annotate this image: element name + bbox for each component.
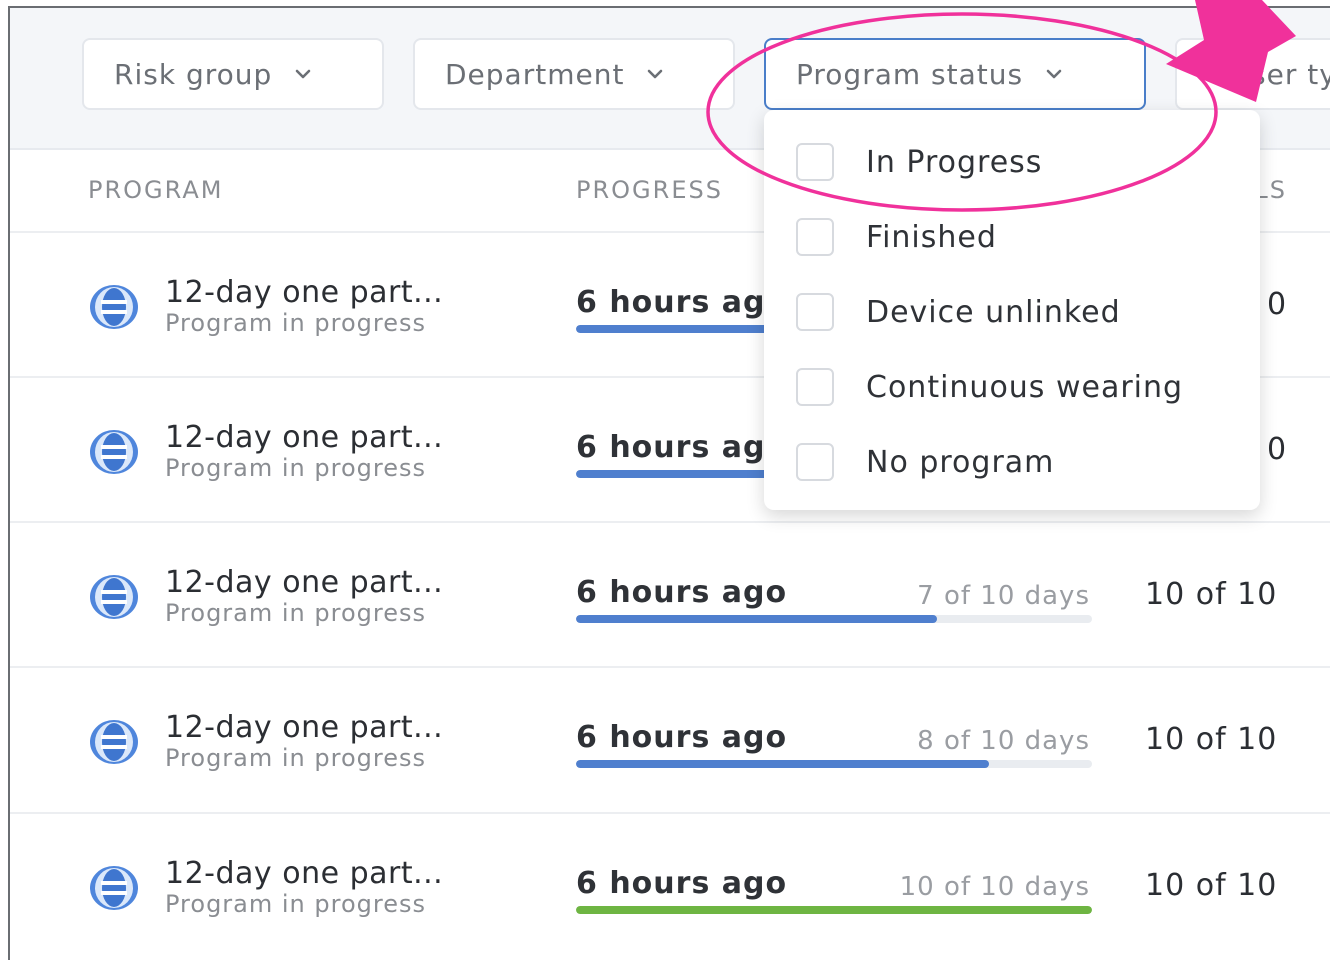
checkbox[interactable] (796, 218, 834, 256)
user-type-filter[interactable]: ser ty (1175, 38, 1330, 110)
progress-bar-fill (576, 615, 938, 623)
table-row[interactable]: 12-day one part... Program in progress 6 h… (10, 812, 1330, 956)
program-title[interactable]: 12-day one part... (165, 710, 443, 745)
checkbox[interactable] (796, 443, 834, 481)
program-status-dropdown: In Progress Finished Device unlinked Con… (764, 110, 1260, 510)
program-subtitle: Program in progress (165, 454, 427, 482)
last-activity: 6 hours ago (576, 866, 788, 901)
goals-value: 0 (1267, 287, 1288, 322)
days-progress-text: 8 of 10 days (917, 726, 1090, 756)
progress-bar (576, 615, 1092, 623)
program-title[interactable]: 12-day one part... (165, 856, 443, 891)
user-type-filter-label: ser ty (1251, 57, 1330, 91)
progress-bar (576, 760, 1092, 768)
goals-value: 10 of 10 (1145, 722, 1278, 757)
department-filter-label: Department (445, 57, 625, 91)
days-progress-text: 7 of 10 days (917, 581, 1090, 611)
chevron-down-icon (648, 69, 663, 79)
program-icon (90, 575, 138, 619)
program-title[interactable]: 12-day one part... (165, 275, 443, 310)
risk-group-filter[interactable]: Risk group (82, 38, 384, 110)
department-filter[interactable]: Department (413, 38, 735, 110)
goals-value: 10 of 10 (1145, 868, 1278, 903)
option-label: Finished (866, 219, 997, 255)
program-subtitle: Program in progress (165, 890, 427, 918)
program-subtitle: Program in progress (165, 744, 427, 772)
program-subtitle: Program in progress (165, 599, 427, 627)
column-header-progress[interactable]: PROGRESS (576, 176, 723, 204)
progress-bar (576, 906, 1092, 914)
program-status-filter-label: Program status (796, 57, 1024, 91)
program-icon (90, 430, 138, 474)
goals-value: 10 of 10 (1145, 577, 1278, 612)
checkbox[interactable] (796, 143, 834, 181)
last-activity: 6 hours ag (576, 430, 766, 465)
status-option-no-program[interactable]: No program (796, 440, 1054, 484)
risk-group-filter-label: Risk group (114, 57, 273, 91)
status-option-in-progress[interactable]: In Progress (796, 140, 1042, 184)
table-row[interactable]: 12-day one part... Program in progress 6 h… (10, 521, 1330, 665)
status-option-device-unlinked[interactable]: Device unlinked (796, 290, 1121, 334)
last-activity: 6 hours ag (576, 285, 766, 320)
chevron-down-icon (295, 69, 311, 79)
option-label: No program (866, 444, 1055, 480)
goals-value: 0 (1267, 432, 1288, 467)
program-title[interactable]: 12-day one part... (165, 565, 443, 600)
chevron-down-icon (1046, 69, 1062, 79)
status-option-continuous-wearing[interactable]: Continuous wearing (796, 365, 1183, 409)
checkbox[interactable] (796, 293, 834, 331)
program-icon (90, 866, 138, 910)
last-activity: 6 hours ago (576, 575, 788, 610)
days-progress-text: 10 of 10 days (899, 872, 1090, 902)
option-label: Continuous wearing (866, 369, 1184, 405)
program-title[interactable]: 12-day one part... (165, 420, 443, 455)
checkbox[interactable] (796, 368, 834, 406)
page: Risk group Department Program status ser… (0, 0, 1330, 960)
table-row[interactable]: 12-day one part... Program in progress 6 h… (10, 666, 1330, 810)
program-status-filter[interactable]: Program status (764, 38, 1146, 110)
option-label: In Progress (866, 144, 1043, 180)
program-icon (90, 285, 138, 329)
program-subtitle: Program in progress (165, 309, 427, 337)
status-option-finished[interactable]: Finished (796, 215, 997, 259)
last-activity: 6 hours ago (576, 720, 788, 755)
option-label: Device unlinked (866, 294, 1121, 330)
column-header-program[interactable]: PROGRAM (88, 176, 223, 204)
progress-bar-fill (576, 760, 989, 768)
progress-bar-fill (576, 906, 1092, 914)
program-icon (90, 720, 138, 764)
